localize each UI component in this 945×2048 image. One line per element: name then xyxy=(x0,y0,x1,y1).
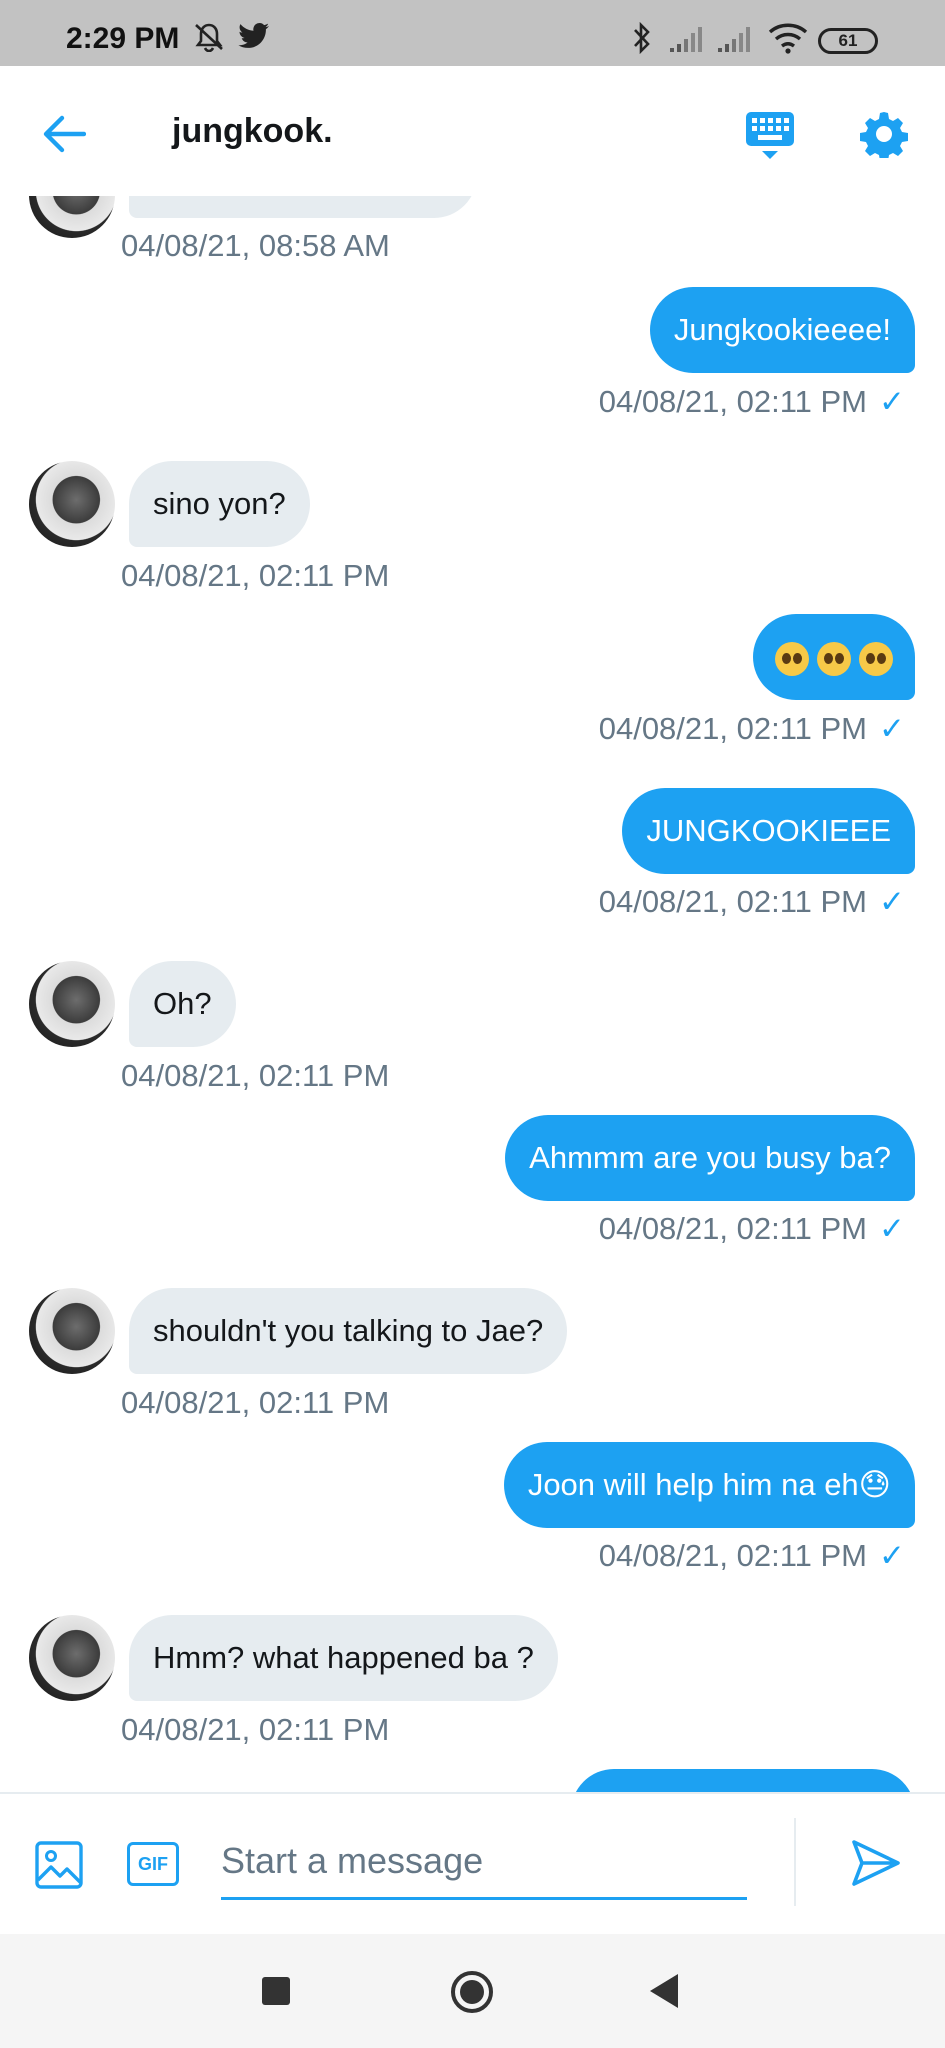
avatar[interactable] xyxy=(29,1615,115,1701)
message-bubble-outgoing[interactable] xyxy=(753,614,915,700)
message-bubble-outgoing[interactable] xyxy=(571,1769,915,1792)
mute-notifications-icon xyxy=(195,23,223,52)
system-back-button[interactable] xyxy=(650,1974,678,2008)
message-list[interactable]: 04/08/21, 08:58 AM Jungkookieeee! 04/08/… xyxy=(0,196,945,1792)
composer-divider xyxy=(794,1818,796,1906)
message-bubble-incoming[interactable]: sino yon? xyxy=(129,461,310,547)
conversation-title[interactable]: jungkook. xyxy=(172,112,333,151)
system-navigation-bar xyxy=(0,1934,945,2048)
message-bubble-incoming[interactable]: Oh? xyxy=(129,961,236,1047)
message-timestamp: 04/08/21, 02:11 PM xyxy=(121,1385,390,1420)
read-check-icon: ✓ xyxy=(879,711,905,746)
read-check-icon: ✓ xyxy=(879,884,905,919)
message-timestamp: 04/08/21, 02:11 PM ✓ xyxy=(598,884,905,919)
message-timestamp: 04/08/21, 08:58 AM xyxy=(121,228,390,263)
message-timestamp: 04/08/21, 02:11 PM xyxy=(121,558,390,593)
pleading-face-emoji xyxy=(859,641,893,676)
message-bubble-outgoing[interactable]: Joon will help him na eh😓 xyxy=(503,1442,915,1528)
status-bar: 2:29 PM 61 xyxy=(0,0,945,66)
message-timestamp: 04/08/21, 02:11 PM xyxy=(121,1058,390,1093)
message-bubble-incoming[interactable]: Hmm? what happened ba ? xyxy=(129,1615,558,1701)
gif-icon[interactable]: GIF xyxy=(127,1842,179,1886)
status-time: 2:29 PM xyxy=(66,22,180,55)
message-timestamp: 04/08/21, 02:11 PM ✓ xyxy=(598,711,905,746)
message-bubble-outgoing[interactable]: Ahmmm are you busy ba? xyxy=(505,1115,915,1201)
message-composer: GIF xyxy=(0,1792,945,1934)
keyboard-icon[interactable] xyxy=(744,110,796,162)
read-check-icon: ✓ xyxy=(879,1538,905,1573)
message-timestamp: 04/08/21, 02:11 PM xyxy=(121,1712,390,1747)
send-icon[interactable] xyxy=(850,1838,902,1888)
message-timestamp: 04/08/21, 02:11 PM ✓ xyxy=(598,1211,905,1246)
home-button[interactable] xyxy=(451,1971,493,2013)
message-input[interactable] xyxy=(221,1824,747,1900)
conversation-header: jungkook. xyxy=(0,66,945,196)
read-check-icon: ✓ xyxy=(879,384,905,419)
message-bubble-incoming[interactable] xyxy=(129,196,477,218)
gear-icon[interactable] xyxy=(860,110,908,158)
twitter-icon xyxy=(238,23,269,48)
message-bubble-incoming[interactable]: shouldn't you talking to Jae? xyxy=(129,1288,568,1374)
message-bubble-outgoing[interactable]: JUNGKOOKIEEE xyxy=(622,788,915,874)
message-timestamp: 04/08/21, 02:11 PM ✓ xyxy=(598,1538,905,1573)
pleading-face-emoji xyxy=(775,641,809,676)
avatar[interactable] xyxy=(29,961,115,1047)
message-bubble-outgoing[interactable]: Jungkookieeee! xyxy=(649,287,915,373)
image-icon[interactable] xyxy=(34,1840,84,1890)
recent-apps-button[interactable] xyxy=(262,1977,290,2005)
avatar[interactable] xyxy=(29,461,115,547)
signal-icon xyxy=(718,27,750,52)
bluetooth-icon xyxy=(634,22,650,54)
wifi-icon xyxy=(768,23,808,54)
battery-icon: 61 xyxy=(818,28,878,54)
pleading-face-emoji xyxy=(817,641,851,676)
read-check-icon: ✓ xyxy=(879,1211,905,1246)
message-timestamp: 04/08/21, 02:11 PM ✓ xyxy=(598,384,905,419)
avatar[interactable] xyxy=(29,1288,115,1374)
signal-icon xyxy=(670,27,702,52)
avatar[interactable] xyxy=(29,196,115,238)
back-arrow-icon[interactable] xyxy=(42,114,86,154)
